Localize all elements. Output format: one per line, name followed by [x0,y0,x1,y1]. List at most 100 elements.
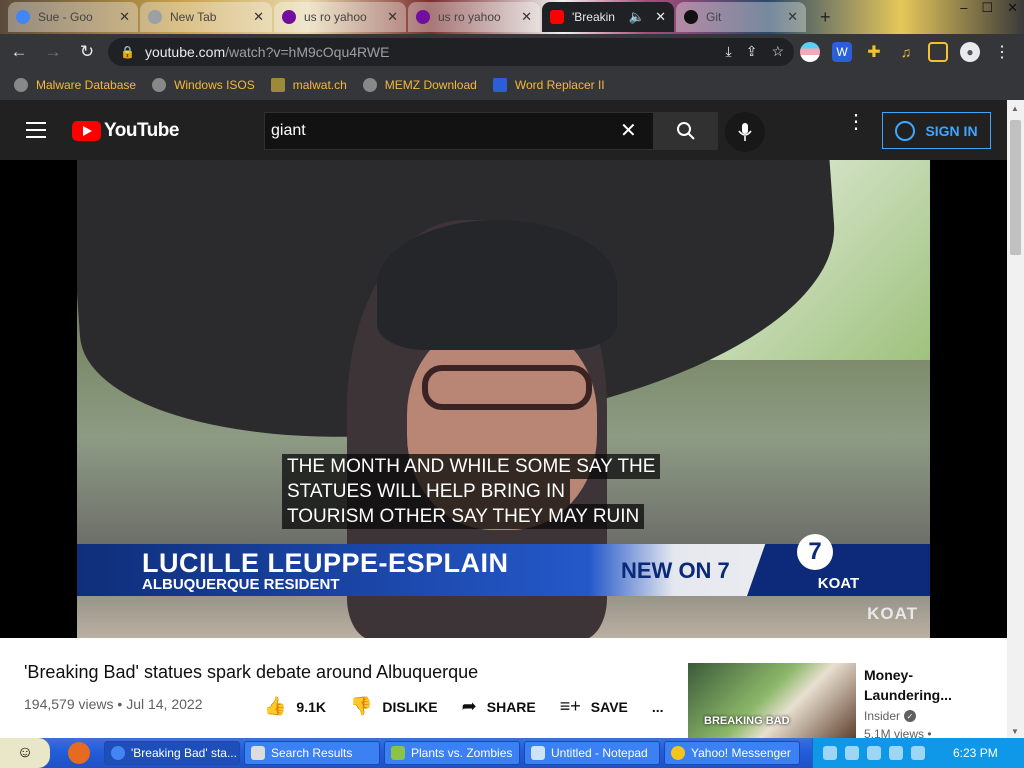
scroll-up-icon[interactable]: ▲ [1011,104,1019,113]
url-path: /watch?v=hM9cOqu4RWE [225,44,390,60]
flag-extension-icon[interactable] [800,42,820,62]
url-host: youtube.com [144,44,226,60]
close-window-button[interactable]: ✕ [1007,0,1018,16]
scroll-thumb[interactable] [1010,120,1021,255]
minimize-button[interactable]: – [960,0,967,16]
reload-icon[interactable]: ↻ [72,37,102,67]
tab-yahoo-2[interactable]: us ro yahoo ✕ [408,2,540,32]
like-count: 9.1K [296,698,326,715]
like-button[interactable]: 👍 9.1K [264,696,326,717]
menu-icon[interactable] [26,122,46,143]
news-brand: NEW ON 7 [621,558,730,583]
tab-label: us ro yahoo [438,10,501,24]
google-icon [16,10,30,24]
taskbar-item-pvz[interactable]: Plants vs. Zombies [384,741,520,765]
taskbar: ☺ 'Breaking Bad' sta... Search Results P… [0,738,1024,768]
bookmark-windows-isos[interactable]: Windows ISOS [152,78,255,92]
forward-icon[interactable]: → [38,37,68,67]
smiley-icon [671,746,685,760]
back-icon[interactable]: ← [4,37,34,67]
tab-github[interactable]: Git ✕ [676,2,806,32]
close-icon[interactable]: ✕ [655,9,666,25]
search-button[interactable] [654,112,718,150]
github-icon [684,10,698,24]
video-player[interactable]: THE MONTH AND WHILE SOME SAY THE STATUES… [77,160,930,638]
taskbar-item-notepad[interactable]: Untitled - Notepad [524,741,660,765]
dislike-button[interactable]: 👎 DISLIKE [350,696,438,717]
bookmark-malware-database[interactable]: Malware Database [14,78,136,92]
word-replacer-extension-icon[interactable]: W [832,42,852,62]
speaker-icon[interactable]: 🔈 [629,9,645,25]
start-button[interactable]: ☺ [0,738,50,768]
word-replacer-icon [492,78,507,92]
bookmark-malwatch[interactable]: malwat.ch [270,78,347,92]
lower-third-role: ALBUQUERQUE RESIDENT [142,576,340,593]
window-controls: – ☐ ✕ [960,0,1018,16]
lock-icon: 🔒 [120,45,135,59]
share-icon[interactable]: ⇪ [746,43,758,60]
side-panel-icon[interactable] [928,42,948,62]
recommended-video[interactable]: BREAKING BAD Money-Laundering... Insider… [688,663,998,741]
close-icon[interactable]: ✕ [119,9,130,25]
taskbar-item-chrome[interactable]: 'Breaking Bad' sta... [104,741,240,765]
install-icon[interactable]: ⤓ [726,43,732,60]
tab-new-tab[interactable]: New Tab ✕ [140,2,272,32]
recommended-title[interactable]: Money-Laundering... [864,665,984,705]
omnibox-icons: ⤓ ⇪ ☆ [726,43,785,60]
plant-icon [391,746,405,760]
search-tray-icon[interactable] [823,746,837,760]
address-bar[interactable]: 🔒 youtube.com/watch?v=hM9cOqu4RWE ⤓ ⇪ ☆ [108,38,794,66]
page-scrollbar[interactable]: ▲ ▼ [1007,100,1024,740]
playlist-add-icon: ≡+ [559,696,581,716]
bookmark-memz-download[interactable]: MEMZ Download [362,78,477,92]
tab-yahoo-1[interactable]: us ro yahoo ✕ [274,2,406,32]
close-icon[interactable]: ✕ [787,9,798,25]
tab-label: Git [706,10,722,24]
close-icon[interactable]: ✕ [521,9,532,25]
volume-tray-icon[interactable] [911,746,925,760]
tab-youtube-active[interactable]: 'Breakin 🔈 ✕ [542,2,674,32]
station-watermark: KOAT [867,604,918,623]
scroll-down-icon[interactable]: ▼ [1011,727,1019,736]
more-actions-button[interactable]: ... [652,699,664,715]
bookmark-word-replacer[interactable]: Word Replacer II [492,78,605,92]
yahoo-icon [282,10,296,24]
recommended-thumbnail[interactable]: BREAKING BAD [688,663,856,741]
extensions-area: W ✚ ♫ ● ⋮ [800,42,1012,62]
star-icon[interactable]: ☆ [771,43,784,60]
youtube-header: YouTube giant ✕ ⋮ SIGN IN [0,100,1007,160]
task-label: Search Results [271,746,353,760]
youtube-icon [550,10,564,24]
taskbar-item-search[interactable]: Search Results [244,741,380,765]
youtube-logo[interactable]: YouTube [72,120,179,142]
profile-avatar-icon[interactable]: ● [960,42,980,62]
task-label: Untitled - Notepad [551,746,648,760]
puzzle-icon[interactable]: ✚ [864,42,884,62]
network-tray-icon[interactable] [889,746,903,760]
chrome-icon [111,746,125,760]
verified-check-icon: ✓ [904,710,917,722]
firefox-quick-launch-icon[interactable] [68,742,90,764]
voice-search-button[interactable] [725,112,765,152]
sign-in-button[interactable]: SIGN IN [882,112,991,149]
security-tray-icon[interactable] [867,746,881,760]
clock: 6:23 PM [953,746,998,760]
view-count: 194,579 views [24,696,114,712]
station-logo: KOAT [747,544,930,596]
share-button[interactable]: ➦ SHARE [462,696,536,717]
save-button[interactable]: ≡+ SAVE [560,696,628,717]
close-icon[interactable]: ✕ [387,9,398,25]
chrome-menu-icon[interactable]: ⋮ [992,42,1012,62]
settings-kebab-icon[interactable]: ⋮ [846,112,866,132]
tab-google[interactable]: Sue - Goo ✕ [8,2,138,32]
messenger-tray-icon[interactable] [845,746,859,760]
close-icon[interactable]: ✕ [253,9,264,25]
clear-search-icon[interactable]: ✕ [620,118,637,143]
taskbar-item-yahoo-messenger[interactable]: Yahoo! Messenger [664,741,800,765]
maximize-button[interactable]: ☐ [981,0,993,16]
recommended-channel[interactable]: Insider ✓ [864,709,917,723]
search-input[interactable]: giant [264,112,654,150]
lower-third-name: LUCILLE LEUPPE-ESPLAIN [142,548,509,578]
new-tab-button[interactable]: + [812,2,840,32]
media-control-icon[interactable]: ♫ [896,42,916,62]
